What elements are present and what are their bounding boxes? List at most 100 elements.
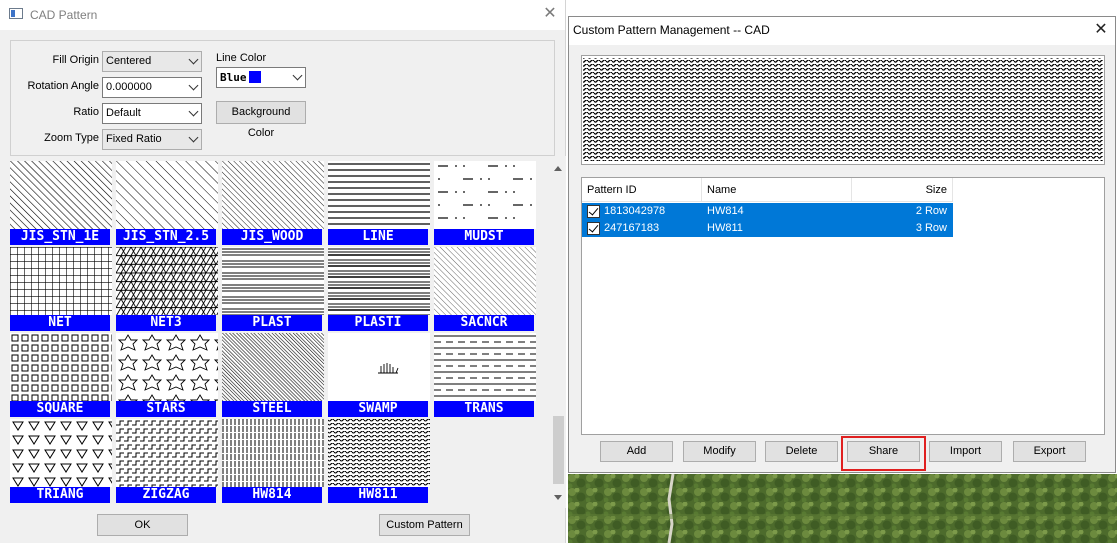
row-name: HW814	[707, 205, 744, 217]
pattern-scrollbar[interactable]	[551, 156, 566, 508]
terrain-image	[568, 474, 1117, 543]
pattern-preview	[328, 161, 430, 229]
pattern-preview	[10, 333, 112, 401]
pattern-tile-hw811[interactable]: HW811	[328, 419, 430, 503]
pattern-preview	[328, 247, 430, 315]
chevron-down-icon	[188, 54, 199, 65]
fill-origin-value: Centered	[106, 55, 152, 67]
pattern-tile-plast[interactable]: PLAST	[222, 247, 324, 331]
pattern-label: MUDST	[434, 229, 534, 245]
pattern-preview	[222, 333, 324, 401]
zoom-type-select[interactable]: Fixed Ratio	[102, 129, 202, 150]
pattern-tile-swamp[interactable]: SWAMP	[328, 333, 430, 417]
pattern-preview	[10, 161, 112, 229]
close-icon[interactable]: ✕	[543, 4, 557, 24]
chevron-down-icon	[188, 80, 199, 91]
row-pattern-id: 1813042978	[604, 205, 666, 217]
pattern-tile-stars[interactable]: STARS	[116, 333, 218, 417]
color-swatch	[248, 71, 261, 83]
pattern-tile-zigzag[interactable]: ZIGZAG	[116, 419, 218, 503]
ratio-value: Default	[106, 107, 141, 119]
pattern-label: TRANS	[434, 401, 534, 417]
modify-button[interactable]: Modify	[683, 441, 756, 462]
line-color-select[interactable]: Blue	[216, 67, 306, 88]
scroll-down-icon[interactable]	[554, 495, 562, 500]
pattern-label: NET3	[116, 315, 216, 331]
rotation-angle-select[interactable]: 0.000000	[102, 77, 202, 98]
pattern-tile-net3[interactable]: NET3	[116, 247, 218, 331]
pattern-label: NET	[10, 315, 110, 331]
pattern-tile-triang[interactable]: TRIANG	[10, 419, 112, 503]
row-size: 2 Row	[915, 205, 947, 217]
pattern-label: JIS_STN_1E	[10, 229, 110, 245]
table-row[interactable]: 247167183 HW811 3 Row	[582, 220, 953, 237]
row-pattern-id: 247167183	[604, 222, 660, 234]
row-checkbox[interactable]	[587, 222, 600, 235]
pattern-tile-sacncr[interactable]: SACNCR	[434, 247, 536, 331]
pattern-tile-steel[interactable]: STEEL	[222, 333, 324, 417]
pattern-preview	[116, 247, 218, 315]
pattern-label: HW814	[222, 487, 322, 503]
pattern-label: STEEL	[222, 401, 322, 417]
pattern-preview	[328, 419, 430, 487]
map-background	[568, 474, 1117, 543]
column-name[interactable]: Name	[702, 178, 852, 202]
export-button[interactable]: Export	[1013, 441, 1086, 462]
scroll-thumb[interactable]	[553, 416, 564, 484]
pattern-preview	[116, 161, 218, 229]
column-pattern-id[interactable]: Pattern ID	[582, 178, 702, 202]
column-size[interactable]: Size	[852, 178, 953, 202]
cad-pattern-dialog: CAD Pattern ✕ Fill Origin Centered Rotat…	[0, 0, 566, 543]
pattern-tile-jis-stn-1e[interactable]: JIS_STN_1E	[10, 161, 112, 245]
pattern-label: SWAMP	[328, 401, 428, 417]
pattern-tile-jis-wood[interactable]: JIS_WOOD	[222, 161, 324, 245]
fill-origin-label: Fill Origin	[52, 54, 99, 66]
pattern-label: TRIANG	[10, 487, 110, 503]
pattern-tile-line[interactable]: LINE	[328, 161, 430, 245]
import-button[interactable]: Import	[929, 441, 1002, 462]
fill-origin-select[interactable]: Centered	[102, 51, 202, 72]
pattern-tile-jis-stn-2-5[interactable]: JIS_STN_2.5	[116, 161, 218, 245]
row-checkbox[interactable]	[587, 205, 600, 218]
scroll-up-icon[interactable]	[554, 166, 562, 171]
ratio-label: Ratio	[73, 106, 99, 118]
cad-dialog-title: CAD Pattern	[30, 8, 98, 22]
window-icon	[9, 8, 23, 19]
ok-button[interactable]: OK	[97, 514, 188, 536]
custom-pattern-button[interactable]: Custom Pattern	[379, 514, 470, 536]
mgmt-dialog-titlebar: Custom Pattern Management -- CAD ✕	[569, 17, 1115, 45]
pattern-preview	[10, 419, 112, 487]
pattern-tile-net[interactable]: NET	[10, 247, 112, 331]
pattern-preview-box	[581, 55, 1105, 165]
chevron-down-icon	[292, 70, 303, 81]
pattern-label: LINE	[328, 229, 428, 245]
line-color-value: Blue	[220, 71, 247, 84]
row-name: HW811	[707, 222, 743, 234]
mgmt-dialog-title: Custom Pattern Management -- CAD	[573, 23, 770, 37]
table-row[interactable]: 1813042978 HW814 2 Row	[582, 203, 953, 220]
close-icon[interactable]: ✕	[1094, 20, 1108, 40]
cad-dialog-titlebar: CAD Pattern ✕	[0, 0, 565, 30]
delete-button[interactable]: Delete	[765, 441, 838, 462]
pattern-tile-hw814[interactable]: HW814	[222, 419, 324, 503]
pattern-tile-trans[interactable]: TRANS	[434, 333, 536, 417]
pattern-preview	[222, 161, 324, 229]
row-size: 3 Row	[915, 222, 947, 234]
pattern-preview-large	[583, 58, 1103, 161]
chevron-down-icon	[188, 106, 199, 117]
pattern-preview	[434, 333, 536, 401]
pattern-tile-mudst[interactable]: MUDST	[434, 161, 536, 245]
pattern-label: PLAST	[222, 315, 322, 331]
zoom-type-value: Fixed Ratio	[106, 133, 162, 145]
settings-group: Fill Origin Centered Rotation Angle 0.00…	[10, 40, 555, 156]
pattern-preview	[116, 419, 218, 487]
custom-pattern-management-dialog: Custom Pattern Management -- CAD ✕ Patte…	[568, 16, 1116, 473]
background-color-button[interactable]: Background Color	[216, 101, 306, 139]
pattern-preview	[116, 333, 218, 401]
pattern-tile-square[interactable]: SQUARE	[10, 333, 112, 417]
ratio-select[interactable]: Default	[102, 103, 202, 124]
pattern-tile-plasti[interactable]: PLASTI	[328, 247, 430, 331]
add-button[interactable]: Add	[600, 441, 673, 462]
pattern-preview	[222, 419, 324, 487]
rotation-angle-label: Rotation Angle	[27, 80, 99, 92]
